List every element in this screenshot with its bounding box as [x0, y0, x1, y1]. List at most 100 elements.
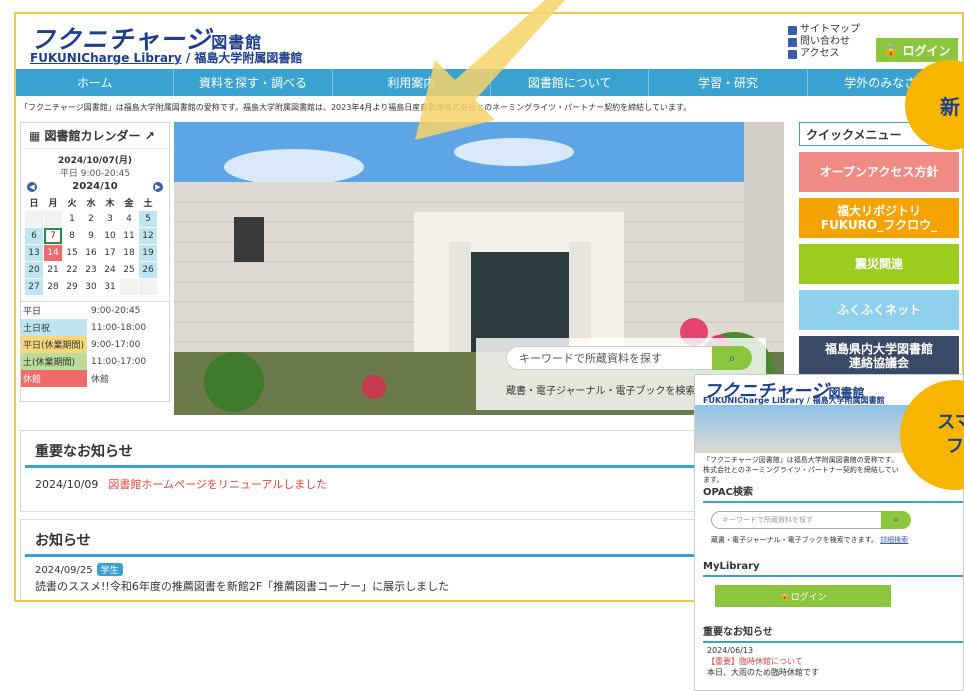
legend-row: 土日祝 11:00-18:00 — [21, 319, 169, 336]
advanced-search-link[interactable]: 詳細検索 — [880, 536, 908, 544]
prev-month-button[interactable]: ◀ — [27, 181, 37, 192]
calendar-day[interactable]: 11 — [120, 228, 138, 244]
mobile-mylibrary-title: MyLibrary — [703, 561, 963, 577]
login-button[interactable]: 🔒 ログイン — [876, 38, 958, 62]
search-button[interactable]: ⌕ — [712, 346, 752, 370]
calendar-day[interactable]: 30 — [82, 279, 100, 295]
mobile-notice: 「フクニチャージ図書館」は福島大学附属図書館の愛称です。株式会社とのネーミングラ… — [703, 456, 899, 484]
calendar-day[interactable]: 31 — [101, 279, 119, 295]
logo-subtitle: FUKUNICharge Library / 福島大学附属図書館 — [30, 49, 302, 66]
mobile-help-text: 蔵書・電子ジャーナル・電子ブックを検索できます。 — [711, 536, 878, 544]
important-notice-section: 重要なお知らせ 2024/10/09 図書館ホームページをリニューアルしました — [20, 430, 710, 512]
calendar-day[interactable]: 9 — [82, 228, 100, 244]
calendar-day[interactable]: 15 — [63, 245, 81, 261]
legend-row: 土(休業期間) 11:00-17:00 — [21, 353, 169, 370]
quick-menu-button[interactable]: ふくふくネット — [799, 290, 959, 330]
important-link[interactable]: 図書館ホームページをリニューアルしました — [108, 478, 327, 491]
calendar-day[interactable]: 6 — [25, 228, 43, 244]
mobile-important-body: 本日、大雨のため臨時休館です — [707, 668, 819, 677]
nav-search[interactable]: 資料を探す・調べる — [174, 69, 333, 96]
page: フクニチャージ図書館 FUKUNICharge Library / 福島大学附属… — [0, 0, 964, 691]
calendar-day[interactable]: 4 — [120, 211, 138, 227]
quick-menu-button[interactable]: 震災関連 — [799, 244, 959, 284]
quick-menu-button[interactable]: オープンアクセス方針 — [799, 152, 959, 192]
calendar-day[interactable]: 26 — [139, 262, 157, 278]
access-link[interactable]: アクセス — [788, 48, 860, 60]
lock-icon: 🔒 — [779, 591, 791, 601]
logo-jp-sub: / 福島大学附属図書館 — [185, 51, 303, 65]
calendar-day — [25, 211, 43, 227]
search-icon: ⌕ — [893, 515, 899, 525]
mobile-important-title: 重要なお知らせ — [703, 623, 963, 643]
calendar-grid: 日月火水木金土 1 2 3 4 5 6 7 8 9 10 11 12 13 14 15 16 17 18 19 20 21… — [21, 194, 169, 295]
contact-link[interactable]: 問い合わせ — [788, 36, 860, 48]
mobile-search-input[interactable]: キーワードで所蔵資料を探す — [711, 511, 891, 529]
link-label: サイトマップ — [800, 24, 860, 35]
nav-home[interactable]: ホーム — [16, 69, 175, 96]
nav-study[interactable]: 学習・研究 — [649, 69, 808, 96]
calendar-month: 2024/10 — [72, 181, 118, 192]
quick-menu: クイックメニュー オープンアクセス方針 福大リポジトリ FUKURO_フクロウ_ 震… — [799, 122, 959, 376]
calendar-day[interactable]: 5 — [139, 211, 157, 227]
calendar-weekday: 火 — [67, 198, 77, 209]
mobile-search-help: 蔵書・電子ジャーナル・電子ブックを検索できます。 詳細検索 — [711, 535, 908, 545]
news-item-link[interactable]: 読書のススメ!!令和6年度の推薦図書を新館2F「推薦図書コーナー」に展示しました — [21, 576, 709, 596]
calendar-day[interactable]: 14 — [44, 245, 62, 261]
calendar-day[interactable]: 27 — [25, 279, 43, 295]
calendar-day[interactable]: 23 — [82, 262, 100, 278]
calendar-weekday: 金 — [124, 198, 134, 209]
legend-value: 9:00-20:45 — [91, 305, 141, 316]
legend-value: 11:00-17:00 — [91, 356, 147, 367]
link-label: アクセス — [800, 48, 840, 59]
calendar-month-bar: ◀ 2024/10 ▶ — [21, 179, 169, 194]
calendar-day[interactable]: 28 — [44, 279, 62, 295]
calendar-day[interactable]: 25 — [120, 262, 138, 278]
sitemap-link[interactable]: サイトマップ — [788, 24, 860, 36]
quick-menu-items: オープンアクセス方針 福大リポジトリ FUKURO_フクロウ_ 震災関連ふくふくネッ… — [799, 152, 959, 376]
calendar-weekday: 水 — [86, 198, 96, 209]
calendar-title[interactable]: ▦ 図書館カレンダー ↗ — [21, 123, 169, 149]
calendar-day[interactable]: 10 — [101, 228, 119, 244]
quick-menu-button[interactable]: 福島県内大学図書館 連絡協議会 — [799, 336, 959, 376]
keyword-search-input[interactable]: キーワードで所蔵資料を探す — [506, 346, 726, 370]
search-icon: ⌕ — [728, 350, 736, 365]
search-help-text: 蔵書・電子ジャーナル・電子ブックを検索でき — [506, 386, 716, 397]
external-link-icon: ↗ — [144, 129, 155, 143]
calendar-day[interactable]: 12 — [139, 228, 157, 244]
map-icon — [788, 49, 797, 59]
calendar-day[interactable]: 7 — [44, 228, 62, 244]
quick-menu-button[interactable]: 福大リポジトリ FUKURO_フクロウ_ — [799, 198, 959, 238]
calendar-day[interactable]: 17 — [101, 245, 119, 261]
calendar-day[interactable]: 8 — [63, 228, 81, 244]
calendar-day[interactable]: 2 — [82, 211, 100, 227]
legend-key: 土日祝 — [21, 319, 87, 336]
calendar-day[interactable]: 18 — [120, 245, 138, 261]
calendar-day[interactable]: 13 — [25, 245, 43, 261]
calendar-day[interactable]: 24 — [101, 262, 119, 278]
calendar-day[interactable]: 1 — [63, 211, 81, 227]
calendar-hours: 平日 9:00-20:45 — [59, 169, 131, 179]
legend-key: 平日(休業期間) — [21, 336, 87, 353]
legend-row: 休館 休館 — [21, 370, 169, 387]
link-label: 問い合わせ — [800, 36, 850, 47]
calendar-day[interactable]: 29 — [63, 279, 81, 295]
calendar-day[interactable]: 3 — [101, 211, 119, 227]
legend-key: 平日 — [21, 302, 87, 319]
calendar-day[interactable]: 16 — [82, 245, 100, 261]
login-label: ログイン — [902, 43, 951, 58]
calendar-date: 2024/10/07(月) — [58, 156, 132, 166]
calendar-day — [44, 211, 62, 227]
calendar-day[interactable]: 22 — [63, 262, 81, 278]
calendar-weekday: 月 — [48, 198, 58, 209]
legend-row: 平日 9:00-20:45 — [21, 302, 169, 319]
mobile-login-button[interactable]: 🔒 ログイン — [715, 585, 891, 607]
calendar-day[interactable]: 20 — [25, 262, 43, 278]
library-calendar: ▦ 図書館カレンダー ↗ 2024/10/07(月) 平日 9:00-20:45… — [20, 122, 170, 402]
next-month-button[interactable]: ▶ — [153, 181, 163, 192]
calendar-day[interactable]: 19 — [139, 245, 157, 261]
naming-notice: 「フクニチャージ図書館」は福島大学附属図書館の愛称です。福島大学附属図書館は、2… — [20, 103, 692, 112]
mobile-important-link[interactable]: 【重要】臨時休館について — [707, 656, 819, 667]
mobile-search-button[interactable]: ⌕ — [881, 511, 911, 529]
calendar-day[interactable]: 21 — [44, 262, 62, 278]
lock-icon: 🔒 — [883, 43, 899, 57]
